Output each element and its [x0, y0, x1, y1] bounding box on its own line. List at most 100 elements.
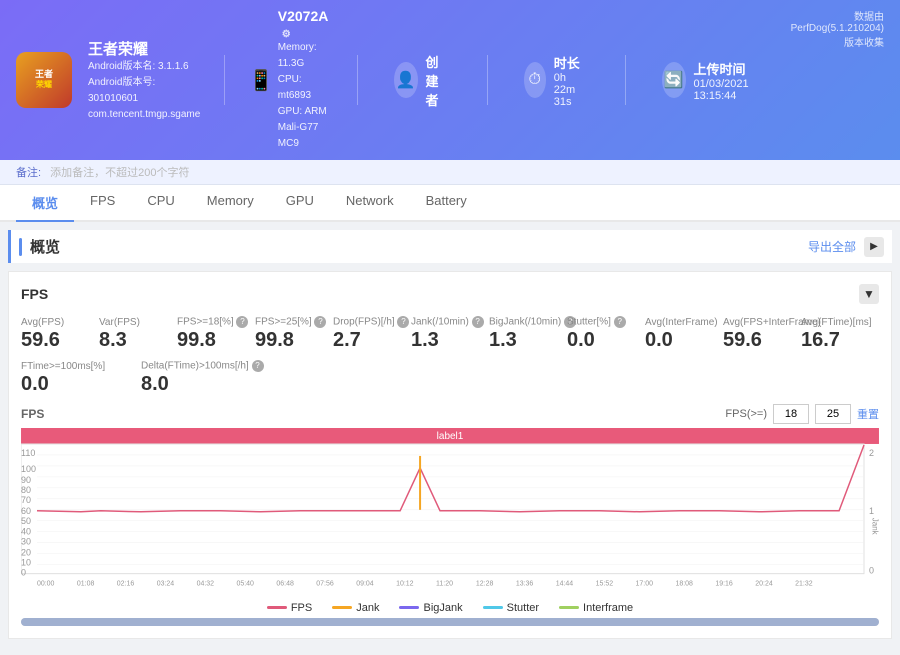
svg-text:10:12: 10:12: [396, 581, 414, 588]
svg-text:18:08: 18:08: [675, 581, 693, 588]
svg-text:04:32: 04:32: [197, 581, 215, 588]
stat-ftime-100: FTime>=100ms[%] 0.0: [21, 361, 141, 396]
chart-container: FPS FPS(>=) 重置 label1 110: [21, 404, 879, 626]
svg-text:20:24: 20:24: [755, 581, 773, 588]
svg-text:01:08: 01:08: [77, 581, 95, 588]
device-cpu: CPU: mt6893: [278, 72, 334, 104]
fps-stats-row1: Avg(FPS) 59.6 Var(FPS) 8.3 FPS>=18[%] ? …: [21, 316, 879, 352]
fps-threshold-controls: FPS(>=) 重置: [725, 404, 879, 424]
svg-text:0: 0: [869, 566, 874, 576]
fps-panel-title: FPS: [21, 286, 48, 302]
tab-fps[interactable]: FPS: [74, 185, 131, 222]
notes-placeholder: 添加备注，不超过200个字符: [50, 167, 189, 179]
header: 王者 荣耀 王者荣耀 Android版本名: 3.1.1.6 Android版本…: [0, 0, 900, 160]
game-info: 王者荣耀 Android版本名: 3.1.1.6 Android版本号: 301…: [88, 38, 200, 123]
game-title: 王者荣耀: [88, 38, 200, 59]
svg-text:06:48: 06:48: [276, 581, 294, 588]
stat-delta-ftime: Delta(FTime)>100ms[/h] ? 8.0: [141, 360, 321, 396]
legend-interframe: Interframe: [559, 602, 633, 614]
stat-jank: Jank(/10min) ? 1.3: [411, 316, 489, 352]
tab-overview[interactable]: 概览: [16, 185, 74, 222]
stat-fps-18: FPS>=18[%] ? 99.8: [177, 316, 255, 352]
reset-button[interactable]: 重置: [857, 406, 879, 422]
svg-text:110: 110: [21, 448, 35, 458]
stat-stutter: Stutter[%] ? 0.0: [567, 316, 645, 352]
export-button[interactable]: 导出全部: [808, 238, 856, 255]
duration-value: 0h 22m 31s: [554, 72, 589, 108]
svg-text:1: 1: [869, 506, 874, 516]
svg-text:14:44: 14:44: [556, 581, 574, 588]
duration-label: 时长: [554, 53, 589, 72]
tab-battery[interactable]: Battery: [410, 185, 483, 222]
svg-text:50: 50: [21, 516, 31, 526]
legend-fps: FPS: [267, 602, 312, 614]
svg-text:10: 10: [21, 558, 31, 568]
svg-text:09:04: 09:04: [356, 581, 374, 588]
content: 概览 导出全部 ▶ FPS ▼ Avg(FPS) 59.6 Var(FPS) 8…: [0, 222, 900, 655]
section-title: 概览: [30, 236, 60, 257]
svg-text:label1: label1: [437, 431, 464, 442]
svg-text:80: 80: [21, 485, 31, 495]
fps-val2-input[interactable]: [815, 404, 851, 424]
upload-label: 上传时间: [694, 59, 761, 78]
device-section: 📱 V2072A ⚙ Memory: 11.3G CPU: mt6893 GPU…: [249, 8, 334, 152]
stat-fps-25: FPS>=25[%] ? 99.8: [255, 316, 333, 352]
device-memory: Memory: 11.3G: [278, 40, 334, 72]
notes-label: 备注:: [16, 167, 41, 179]
nav-tabs: 概览 FPS CPU Memory GPU Network Battery: [0, 185, 900, 222]
stat-avg-ftime: Avg(FTime)[ms] 16.7: [801, 317, 879, 352]
creator-section: 👤 创建者: [382, 52, 463, 109]
package-name: com.tencent.tmgp.sgame: [88, 107, 200, 123]
svg-text:12:28: 12:28: [476, 581, 494, 588]
stat-var-fps: Var(FPS) 8.3: [99, 317, 177, 352]
data-source: 数据由PerfDog(5.1.210204)版本收集: [789, 8, 884, 49]
stat-avg-fps: Avg(FPS) 59.6: [21, 317, 99, 352]
device-gpu: GPU: ARM Mali-G77 MC9: [278, 104, 334, 152]
svg-text:11:20: 11:20: [436, 581, 453, 588]
svg-text:Jank: Jank: [870, 518, 879, 535]
svg-text:05:40: 05:40: [237, 581, 255, 588]
duration-section: ⏱ 时长 0h 22m 31s: [512, 53, 601, 108]
game-icon: 王者 荣耀: [16, 52, 72, 108]
device-id: V2072A ⚙: [278, 8, 334, 40]
fps-val1-input[interactable]: [773, 404, 809, 424]
svg-text:15:52: 15:52: [596, 581, 614, 588]
svg-text:02:16: 02:16: [117, 581, 135, 588]
stat-drop-fps: Drop(FPS)[/h] ? 2.7: [333, 316, 411, 352]
notes-bar: 备注: 添加备注，不超过200个字符: [0, 160, 900, 185]
stat-bigjank: BigJank(/10min) ? 1.3: [489, 316, 567, 352]
legend-jank: Jank: [332, 602, 379, 614]
svg-text:60: 60: [21, 506, 31, 516]
tab-gpu[interactable]: GPU: [270, 185, 330, 222]
legend-bigjank: BigJank: [399, 602, 462, 614]
upload-section: 🔄 上传时间 01/03/2021 13:15:44: [650, 59, 773, 102]
svg-text:17:00: 17:00: [636, 581, 654, 588]
svg-text:20: 20: [21, 548, 31, 558]
android-version: Android版本名: 3.1.1.6: [88, 59, 200, 75]
svg-text:40: 40: [21, 527, 31, 537]
svg-text:07:56: 07:56: [316, 581, 334, 588]
legend-stutter: Stutter: [483, 602, 539, 614]
tab-network[interactable]: Network: [330, 185, 410, 222]
chart-scrollbar-thumb[interactable]: [21, 618, 879, 626]
tab-cpu[interactable]: CPU: [131, 185, 190, 222]
fps-threshold-label: FPS(>=): [725, 408, 767, 420]
section-header: 概览 导出全部 ▶: [8, 230, 892, 263]
stat-avg-interframe: Avg(InterFrame) 0.0: [645, 317, 723, 352]
chart-scrollbar[interactable]: [21, 618, 879, 626]
svg-text:30: 30: [21, 537, 31, 547]
svg-text:90: 90: [21, 475, 31, 485]
tab-memory[interactable]: Memory: [191, 185, 270, 222]
android-code: Android版本号: 301010601: [88, 75, 200, 107]
svg-text:03:24: 03:24: [157, 581, 175, 588]
chart-legend: FPS Jank BigJank Stutter Interframe: [21, 602, 879, 614]
svg-text:100: 100: [21, 464, 36, 474]
fps-stats-row2: FTime>=100ms[%] 0.0 Delta(FTime)>100ms[/…: [21, 360, 879, 396]
fps-panel-collapse[interactable]: ▼: [859, 284, 879, 304]
collapse-button[interactable]: ▶: [864, 237, 884, 257]
svg-text:00:00: 00:00: [37, 581, 55, 588]
creator-label: 创建者: [426, 52, 452, 109]
stat-avg-fps-interframe: Avg(FPS+InterFrame) 59.6: [723, 317, 801, 352]
fps-panel: FPS ▼ Avg(FPS) 59.6 Var(FPS) 8.3 FPS>=18…: [8, 271, 892, 639]
svg-text:21:32: 21:32: [795, 581, 813, 588]
